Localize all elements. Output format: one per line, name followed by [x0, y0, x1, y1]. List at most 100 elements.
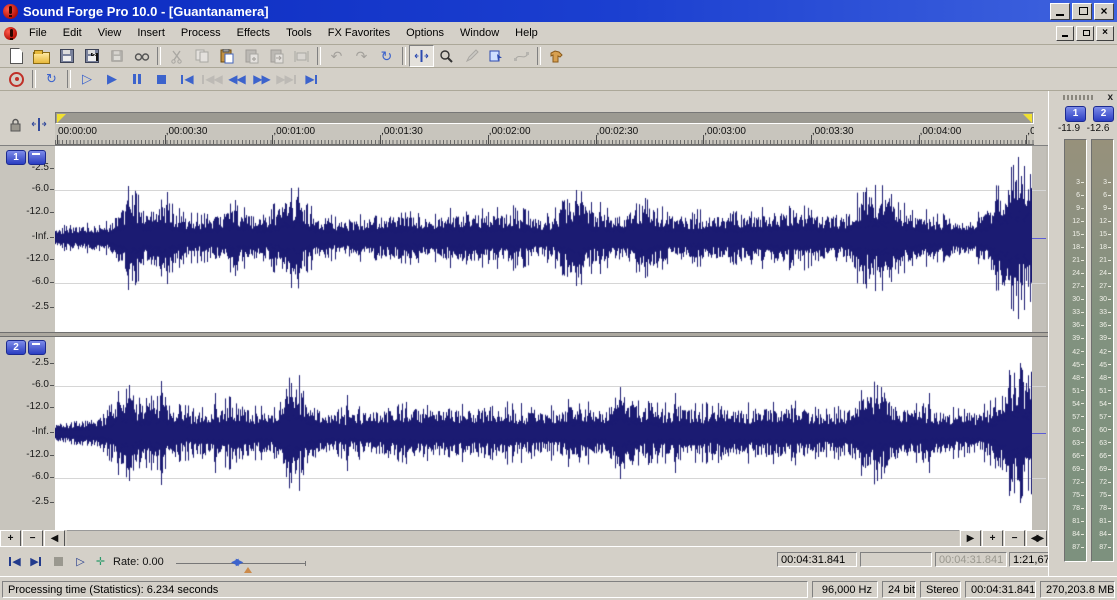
- paste-button[interactable]: [214, 45, 239, 67]
- status-channel-mode[interactable]: Stereo: [920, 581, 961, 598]
- zoom-out-vertical-button[interactable]: −: [22, 530, 43, 547]
- playbar-go-to-end-button[interactable]: ▶: [26, 553, 46, 570]
- menu-item-tools[interactable]: Tools: [278, 24, 320, 42]
- new-button[interactable]: [4, 45, 29, 67]
- save-all-icon: [111, 50, 122, 61]
- minimize-button[interactable]: [1050, 3, 1070, 20]
- meter-scale-label: 6: [1091, 192, 1111, 199]
- event-tool-button[interactable]: [484, 45, 509, 67]
- menu-item-view[interactable]: View: [90, 24, 130, 42]
- status-sample-rate[interactable]: 96,000 Hz: [812, 581, 878, 598]
- lock-icon[interactable]: [9, 118, 22, 132]
- rewind-icon: ◀◀: [228, 73, 244, 85]
- playbar-play-normal-button[interactable]: ▷: [70, 553, 90, 570]
- cursor-position-display[interactable]: 00:04:31.841: [777, 552, 857, 567]
- restore-button[interactable]: [1072, 3, 1092, 20]
- status-length[interactable]: 00:04:31.841: [965, 581, 1036, 598]
- waveform-channel-1[interactable]: [55, 146, 1032, 332]
- menu-item-effects[interactable]: Effects: [229, 24, 278, 42]
- meter-panel-close-icon[interactable]: x: [1107, 92, 1113, 103]
- ruler-minor-ticks: [55, 140, 1034, 144]
- ruler-label: ,00:02:00: [489, 126, 531, 137]
- channel-2-badge[interactable]: 2: [6, 340, 26, 355]
- toolbar-separator: [402, 47, 406, 65]
- menu-item-options[interactable]: Options: [398, 24, 452, 42]
- doc-close-button[interactable]: ×: [1096, 26, 1114, 41]
- channel-1-minimize-button[interactable]: [28, 150, 46, 165]
- play-button[interactable]: ▶: [99, 68, 124, 90]
- zoom-in-vertical-button[interactable]: +: [0, 530, 21, 547]
- playbar-go-to-start-button[interactable]: ◀: [4, 553, 24, 570]
- time-ruler[interactable]: 00:00:00,00:00:30,00:01:00,00:01:30,00:0…: [55, 124, 1034, 145]
- status-bit-depth[interactable]: 24 bit: [882, 581, 916, 598]
- meter-bar-2[interactable]: 3691215182124273033363942454851545760636…: [1091, 139, 1114, 562]
- scroll-left-button[interactable]: ◀: [44, 530, 65, 547]
- repeat-icon: ↻: [381, 49, 393, 63]
- menu-item-file[interactable]: File: [21, 24, 55, 42]
- go-to-end-button[interactable]: ▶: [299, 68, 324, 90]
- cursor-end-marker[interactable]: [1023, 114, 1032, 123]
- meter-scale-label: 30: [1064, 296, 1084, 303]
- meter-panel-grip[interactable]: [1063, 95, 1093, 100]
- meter-scale-label: 24: [1091, 270, 1111, 277]
- menu-item-edit[interactable]: Edit: [55, 24, 90, 42]
- zoom-out-time-button[interactable]: −: [1004, 530, 1025, 547]
- doc-minimize-button[interactable]: [1056, 26, 1074, 41]
- selection-start-display[interactable]: [860, 552, 932, 567]
- rate-slider-handle[interactable]: ◀▶: [231, 557, 240, 568]
- loop-start-marker[interactable]: [57, 114, 66, 123]
- stop-button[interactable]: [149, 68, 174, 90]
- channel-1-badge[interactable]: 1: [6, 150, 26, 165]
- scroll-right-button[interactable]: ▶: [960, 530, 981, 547]
- meter-scale-label: 81: [1064, 518, 1084, 525]
- loop-playback-button[interactable]: ↻: [39, 68, 64, 90]
- close-button[interactable]: ×: [1094, 3, 1114, 20]
- meter-scale-label: 18: [1091, 244, 1111, 251]
- meter-scale-label: 75: [1064, 492, 1084, 499]
- save-button[interactable]: [54, 45, 79, 67]
- go-to-start-button[interactable]: ◀: [174, 68, 199, 90]
- save-as-button[interactable]: ?: [79, 45, 104, 67]
- sound-forge-app-icon[interactable]: [3, 4, 18, 19]
- menu-item-help[interactable]: Help: [507, 24, 546, 42]
- edit-tool-button[interactable]: [409, 45, 434, 67]
- edit-tool-small-icon[interactable]: [31, 117, 47, 132]
- menu-item-window[interactable]: Window: [452, 24, 507, 42]
- loop-region-bar[interactable]: [55, 112, 1034, 124]
- magnify-tool-button[interactable]: [434, 45, 459, 67]
- meter-peak-1[interactable]: -11.9: [1054, 123, 1084, 134]
- document-icon[interactable]: [4, 27, 17, 40]
- zoom-selection-button[interactable]: ◀▶: [1026, 530, 1047, 547]
- menu-item-process[interactable]: Process: [173, 24, 229, 42]
- beyond-eof-gutter: [1032, 337, 1046, 531]
- waveform-channel-2[interactable]: [55, 337, 1032, 531]
- playbar-stop-button[interactable]: [48, 553, 68, 570]
- db-scale-label: -6.0: [32, 276, 49, 287]
- play-all-button[interactable]: ▷: [74, 68, 99, 90]
- channel-separator[interactable]: [0, 332, 1048, 337]
- forward-button[interactable]: ▶▶: [249, 68, 274, 90]
- repeat-button[interactable]: ↻: [374, 45, 399, 67]
- workspace-button[interactable]: [129, 45, 154, 67]
- scrollbar-track[interactable]: [67, 530, 959, 546]
- meter-scale-label: 33: [1091, 309, 1111, 316]
- menu-item-fx-favorites[interactable]: FX Favorites: [320, 24, 398, 42]
- pause-button[interactable]: [124, 68, 149, 90]
- meter-scale-label: 57: [1064, 414, 1084, 421]
- zoom-in-time-button[interactable]: +: [982, 530, 1003, 547]
- trim-button: [289, 45, 314, 67]
- record-button[interactable]: [4, 68, 29, 90]
- selection-end-display[interactable]: 00:04:31.841: [935, 552, 1007, 567]
- meter-scale-label: 57: [1091, 414, 1111, 421]
- playbar-scrub-button[interactable]: ✛: [90, 553, 110, 570]
- rate-slider[interactable]: ◀▶: [176, 563, 306, 564]
- channel-2-minimize-button[interactable]: [28, 340, 46, 355]
- meter-bar-1[interactable]: 3691215182124273033363942454851545760636…: [1064, 139, 1087, 562]
- copy-icon: [195, 49, 209, 63]
- rewind-button[interactable]: ◀◀: [224, 68, 249, 90]
- doc-restore-button[interactable]: [1076, 26, 1094, 41]
- meter-peak-2[interactable]: -12.6: [1083, 123, 1113, 134]
- menu-item-insert[interactable]: Insert: [129, 24, 173, 42]
- whats-this-help-button[interactable]: [544, 45, 569, 67]
- open-button[interactable]: [29, 45, 54, 67]
